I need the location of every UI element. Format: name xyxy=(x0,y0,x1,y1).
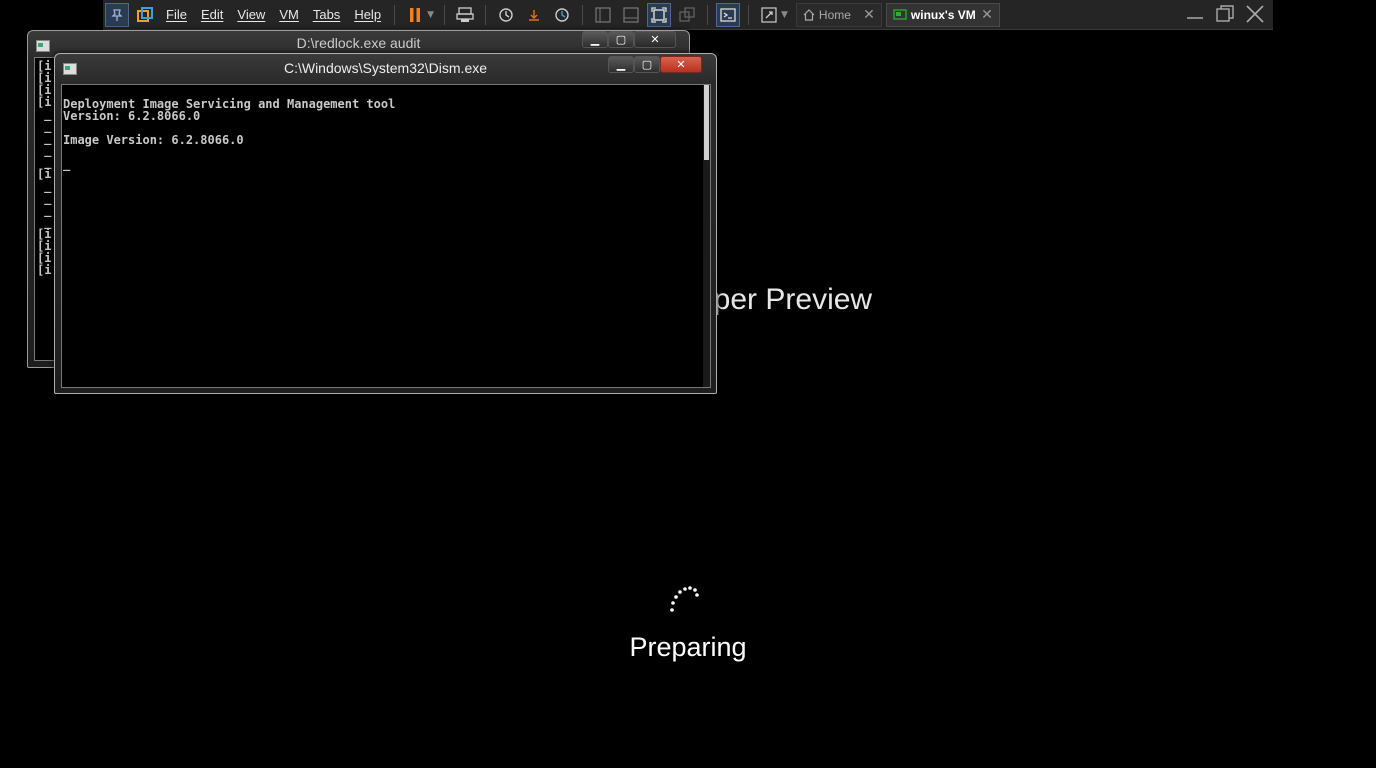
toolbar-separator xyxy=(747,4,749,25)
loading-spinner-icon xyxy=(670,586,699,612)
tab-vm-close-icon[interactable]: ✕ xyxy=(981,6,993,23)
pause-icon[interactable] xyxy=(403,3,427,27)
tab-home-close-icon[interactable]: ✕ xyxy=(863,6,875,23)
minimize-icon[interactable] xyxy=(1183,3,1207,25)
sidebar-toggle-icon[interactable] xyxy=(591,3,615,27)
dism-caption-buttons: ▁ ▢ ✕ xyxy=(608,56,702,73)
close-icon[interactable] xyxy=(1243,3,1267,25)
tab-winux-vm[interactable]: winux's VM ✕ xyxy=(885,2,1000,27)
full-screen-icon[interactable] xyxy=(646,2,671,27)
unity-icon[interactable] xyxy=(675,3,699,27)
pause-dropdown-icon[interactable]: ▼ xyxy=(427,10,434,20)
vm-icon xyxy=(893,8,907,20)
snapshot-icon[interactable] xyxy=(494,3,518,27)
tab-home-label: Home xyxy=(818,7,851,22)
vmware-toolbar: File Edit View VM Tabs Help ▼ ▼ Home ✕ w… xyxy=(103,0,1273,30)
restore-icon[interactable] xyxy=(1213,3,1237,25)
dism-console-output: Deployment Image Servicing and Managemen… xyxy=(62,85,710,183)
toolbar-separator xyxy=(581,4,583,25)
menu-file[interactable]: File xyxy=(159,7,194,22)
revert-snapshot-icon[interactable] xyxy=(522,3,546,27)
send-ctrl-alt-del-icon[interactable] xyxy=(453,3,477,27)
snapshot-manager-icon[interactable] xyxy=(550,3,574,27)
dism-console-window[interactable]: C:\Windows\System32\Dism.exe ▁ ▢ ✕ Deplo… xyxy=(54,53,717,394)
vmware-logo-icon[interactable] xyxy=(133,3,157,27)
redlock-close-button[interactable]: ✕ xyxy=(634,31,676,48)
setup-title-text: oper Preview xyxy=(697,283,873,316)
menu-tabs[interactable]: Tabs xyxy=(306,7,347,22)
preparing-status-text: Preparing xyxy=(629,632,747,662)
console-line: Image Version: 6.2.8066.0 xyxy=(63,133,244,147)
stretch-guest-icon[interactable] xyxy=(757,3,781,27)
toolbar-separator xyxy=(484,4,486,25)
redlock-maximize-button[interactable]: ▢ xyxy=(608,31,634,48)
dism-console-body[interactable]: Deployment Image Servicing and Managemen… xyxy=(61,84,711,388)
dism-maximize-button[interactable]: ▢ xyxy=(634,56,660,73)
console-view-icon[interactable] xyxy=(715,2,740,27)
dism-minimize-button[interactable]: ▁ xyxy=(608,56,634,73)
menu-help[interactable]: Help xyxy=(347,7,388,22)
tab-home[interactable]: Home ✕ xyxy=(795,2,882,27)
toolbar-separator xyxy=(443,4,445,25)
toolbar-separator xyxy=(706,4,708,25)
menu-vm[interactable]: VM xyxy=(272,7,306,22)
pin-toolbar-icon[interactable] xyxy=(105,2,129,27)
redlock-minimize-button[interactable]: ▁ xyxy=(582,31,608,48)
menu-view[interactable]: View xyxy=(230,7,272,22)
dism-scroll-thumb[interactable] xyxy=(704,85,709,160)
tab-winux-vm-label: winux's VM xyxy=(910,7,976,22)
console-line: _ xyxy=(63,157,71,171)
console-line: Version: 6.2.8066.0 xyxy=(63,109,201,123)
redlock-caption-buttons: ▁ ▢ ✕ xyxy=(582,31,676,48)
dism-close-button[interactable]: ✕ xyxy=(660,56,702,73)
toolbar-separator xyxy=(394,4,396,25)
thumbnail-bar-icon[interactable] xyxy=(619,3,643,27)
menu-edit[interactable]: Edit xyxy=(194,7,230,22)
stretch-dropdown-icon[interactable]: ▼ xyxy=(781,10,788,20)
home-icon xyxy=(803,8,815,21)
dism-scrollbar[interactable] xyxy=(703,85,710,387)
